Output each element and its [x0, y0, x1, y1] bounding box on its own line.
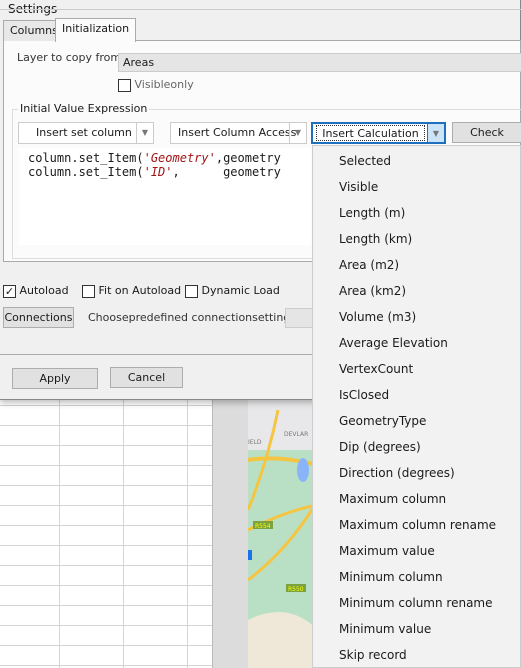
checkbox-box[interactable] [118, 78, 131, 92]
check-button[interactable]: Check [452, 122, 521, 143]
menu-item[interactable]: VertexCount [313, 356, 520, 382]
menu-item[interactable]: Dip (degrees) [313, 434, 520, 460]
menu-item[interactable]: Maximum value [313, 538, 520, 564]
map-label: IELD [248, 439, 262, 446]
layer-select[interactable]: Areas [118, 53, 521, 72]
map-view[interactable]: DEVLAR IELD R554 R550 [248, 400, 318, 668]
insert-set-column-label: Insert set column [36, 126, 132, 139]
menu-item[interactable]: Area (m2) [313, 252, 520, 278]
connections-button[interactable]: Connections [3, 307, 74, 328]
menu-item[interactable]: Visible [313, 174, 520, 200]
dynamic-load-checkbox[interactable]: Dynamic Load [185, 284, 280, 298]
insert-calculation-dropdown[interactable]: Insert Calculation ▼ [311, 122, 446, 144]
chevron-down-icon[interactable]: ▼ [289, 123, 306, 143]
menu-item[interactable]: IsClosed [313, 382, 520, 408]
layer-label: Layer to copy from: [17, 51, 125, 64]
dynamic-load-label: Dynamic Load [201, 284, 280, 297]
menu-item[interactable]: Minimum column rename [313, 590, 520, 616]
expression-group-title: Initial Value Expression [18, 102, 150, 115]
menu-item[interactable]: Skip record [313, 642, 520, 668]
insert-calculation-label: Insert Calculation [316, 125, 425, 141]
checkbox-box[interactable] [82, 284, 95, 298]
menu-item[interactable]: Maximum column rename [313, 512, 520, 538]
insert-column-access-dropdown[interactable]: Insert Column Access ▼ [170, 122, 307, 144]
visible-only-checkbox[interactable]: Visibleonly [118, 78, 194, 92]
splitter-panel [212, 400, 248, 668]
chevron-down-icon[interactable]: ▼ [427, 124, 444, 142]
menu-item[interactable]: Maximum column [313, 486, 520, 512]
code-line: column.set_Item('Geometry',geometry [28, 151, 281, 165]
menu-item[interactable]: Selected [313, 148, 520, 174]
menu-item[interactable]: Minimum column [313, 564, 520, 590]
insert-column-access-label: Insert Column Access [178, 126, 297, 139]
fit-on-autoload-checkbox[interactable]: Fit on Autoload [82, 284, 181, 298]
menu-item[interactable]: Length (m) [313, 200, 520, 226]
insert-set-column-dropdown[interactable]: Insert set column ▼ [18, 122, 154, 144]
fit-on-autoload-label: Fit on Autoload [98, 284, 182, 297]
autoload-label: Autoload [19, 284, 69, 297]
apply-button[interactable]: Apply [12, 368, 98, 389]
code-line: column.set_Item('ID', geometry [28, 165, 281, 179]
menu-item[interactable]: Volume (m3) [313, 304, 520, 330]
menu-item[interactable]: Length (km) [313, 226, 520, 252]
chevron-down-icon[interactable]: ▼ [136, 123, 153, 143]
expression-editor[interactable]: column.set_Item('Geometry',geometry colum… [19, 148, 311, 245]
map-label: DEVLAR [284, 431, 308, 438]
predefined-connection-select[interactable] [285, 308, 315, 328]
map-label: R550 [288, 586, 304, 593]
cancel-button[interactable]: Cancel [110, 367, 183, 388]
menu-item[interactable]: Minimum value [313, 616, 520, 642]
map-graphic: DEVLAR IELD R554 R550 [248, 400, 318, 668]
checkbox-box[interactable] [185, 284, 198, 298]
checkmark-icon[interactable]: ✓ [3, 284, 16, 298]
map-label: R554 [255, 523, 271, 530]
layer-value: Areas [123, 56, 155, 69]
menu-item[interactable]: Average Elevation [313, 330, 520, 356]
visible-only-label: Visibleonly [134, 78, 194, 91]
insert-calculation-menu: Selected Visible Length (m) Length (km) Area… [312, 145, 521, 668]
tab-initialization[interactable]: Initialization [55, 18, 137, 42]
autoload-checkbox[interactable]: ✓ Autoload [3, 284, 69, 298]
predefined-label: Choosepredefined connectionsettings: [88, 311, 300, 324]
menu-item[interactable]: Area (km2) [313, 278, 520, 304]
data-grid[interactable] [0, 400, 212, 668]
menu-item[interactable]: GeometryType [313, 408, 520, 434]
menu-item[interactable]: Direction (degrees) [313, 460, 520, 486]
